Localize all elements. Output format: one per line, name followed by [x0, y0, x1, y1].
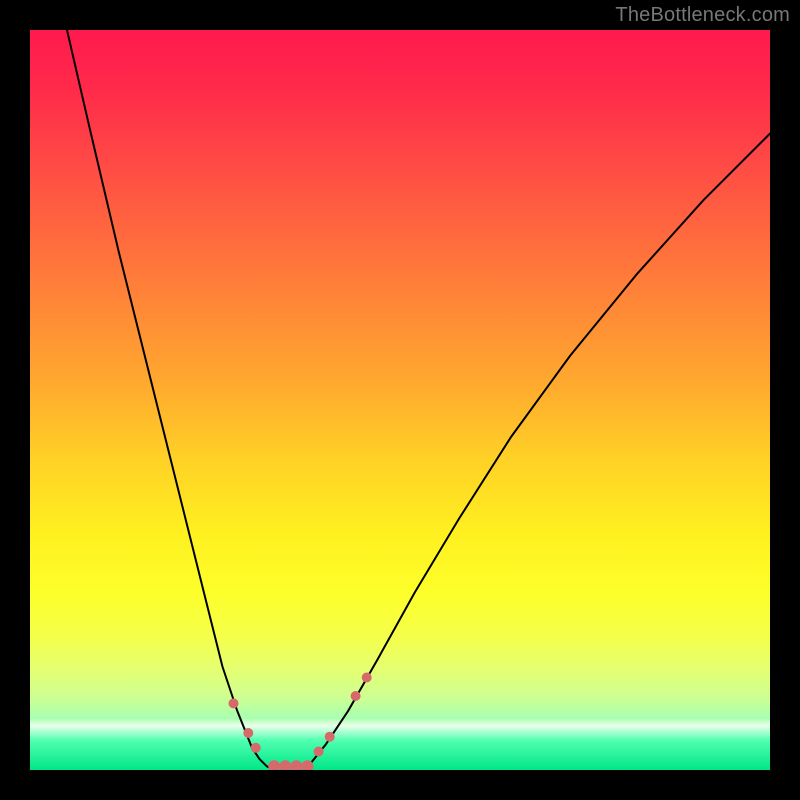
right-curve [304, 134, 770, 770]
marker-dot [325, 732, 335, 742]
frame: TheBottleneck.com [0, 0, 800, 800]
marker-dot [351, 691, 361, 701]
markers [229, 673, 372, 771]
watermark-text: TheBottleneck.com [615, 4, 790, 27]
marker-dot [243, 728, 253, 738]
marker-dot [268, 760, 280, 770]
marker-dot [314, 747, 324, 757]
chart-svg [30, 30, 770, 770]
marker-dot [290, 760, 302, 770]
left-curve [67, 30, 274, 770]
marker-dot [251, 743, 261, 753]
marker-dot [362, 673, 372, 683]
plot-area [30, 30, 770, 770]
marker-dot [229, 698, 239, 708]
marker-dot [279, 760, 291, 770]
